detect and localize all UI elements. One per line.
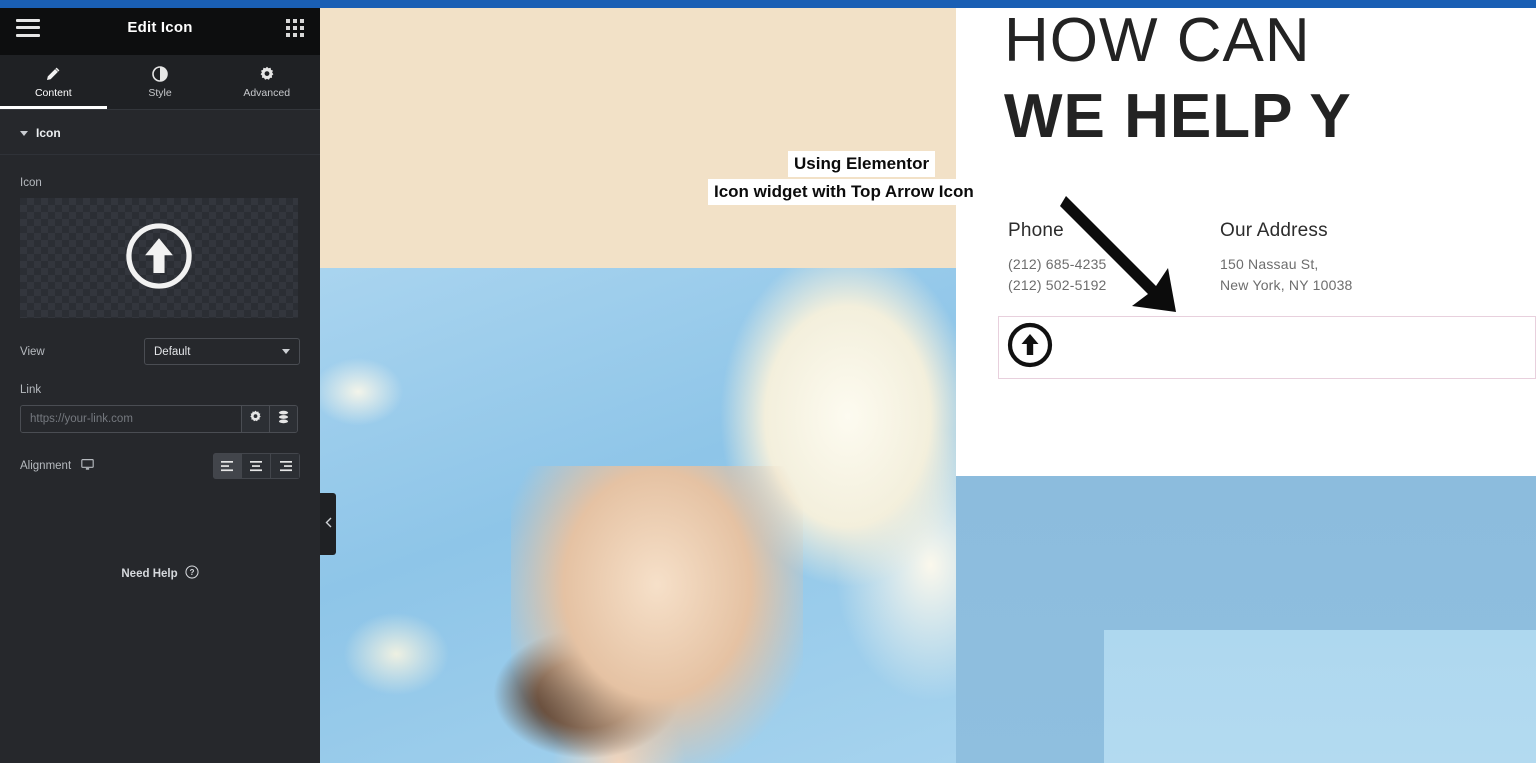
chevron-left-icon [325, 515, 332, 533]
panel-title: Edit Icon [127, 19, 193, 36]
link-control: Link [0, 384, 320, 433]
svg-text:?: ? [189, 568, 194, 577]
alignment-buttons[interactable] [213, 453, 300, 479]
need-help-label: Need Help [121, 567, 178, 580]
pencil-icon [45, 66, 61, 82]
view-label: View [20, 345, 45, 358]
view-control: View Default [0, 338, 320, 365]
contrast-icon [152, 65, 168, 82]
hero-heading-line2: WE HELP Y [1004, 82, 1352, 151]
gear-icon [259, 66, 275, 82]
desktop-icon[interactable] [81, 458, 94, 474]
circle-arrow-up-icon [122, 219, 196, 298]
need-help-link[interactable]: Need Help ? [0, 565, 320, 582]
hamburger-icon[interactable] [16, 18, 40, 37]
grid-icon[interactable] [286, 18, 304, 37]
icon-control-label: Icon [20, 177, 42, 189]
section-title: Icon [36, 126, 61, 140]
annotation-callout: Using Elementor Icon widget with Top Arr… [708, 151, 980, 205]
tab-content[interactable]: Content [0, 55, 107, 109]
question-circle-icon: ? [185, 565, 199, 582]
browser-title-bar [0, 0, 1536, 8]
icon-preview-box[interactable] [20, 198, 298, 318]
gear-icon [249, 410, 262, 428]
tab-style[interactable]: Style [107, 55, 214, 109]
annotation-line-1: Using Elementor [788, 151, 936, 177]
annotation-line-2: Icon widget with Top Arrow Icon [708, 179, 980, 205]
hero-heading-line1: HOW CAN [1004, 8, 1311, 75]
chevron-down-icon [282, 349, 290, 354]
address-line-1: 150 Nassau St, [1220, 256, 1319, 272]
link-input-group[interactable] [20, 405, 298, 433]
alignment-label-group: Alignment [20, 458, 144, 474]
tab-advanced-label: Advanced [243, 86, 291, 99]
beige-column [320, 8, 956, 763]
icon-control: Icon [0, 177, 320, 318]
alignment-control: Alignment [0, 453, 320, 479]
contact-column: HOW CAN WE HELP Y Phone (212) 685-4235 (… [956, 8, 1536, 763]
dynamic-tags-button[interactable] [269, 406, 297, 432]
panel-collapse-handle[interactable] [320, 493, 336, 555]
panel-header: Edit Icon [0, 0, 320, 55]
link-options-button[interactable] [241, 406, 269, 432]
view-select[interactable]: Default [144, 338, 300, 365]
link-label: Link [20, 384, 42, 396]
align-left-button[interactable] [213, 453, 242, 479]
address-heading: Our Address [1220, 220, 1328, 241]
panel-tabs[interactable]: Content Style Advanced [0, 55, 320, 110]
blue-inset-panel [1104, 630, 1536, 763]
address-line-2: New York, NY 10038 [1220, 277, 1353, 293]
section-header-icon[interactable]: Icon [0, 110, 320, 155]
link-input[interactable] [21, 406, 241, 432]
database-icon [277, 410, 290, 429]
view-select-value: Default [154, 345, 191, 358]
arrow-down-right-icon [1060, 196, 1176, 312]
address-info-block: Our Address 150 Nassau St, New York, NY … [1220, 220, 1353, 296]
align-right-button[interactable] [271, 453, 300, 479]
tab-advanced[interactable]: Advanced [213, 55, 320, 109]
elementor-editor-panel[interactable]: Edit Icon Content Style Advanced Icon Ic… [0, 0, 320, 763]
align-center-button[interactable] [242, 453, 271, 479]
chevron-down-icon [20, 130, 28, 136]
alignment-label: Alignment [20, 460, 72, 472]
editor-canvas[interactable]: HOW CAN WE HELP Y Phone (212) 685-4235 (… [320, 8, 1536, 763]
tab-content-label: Content [34, 86, 72, 99]
woman-photo [320, 268, 956, 763]
circle-arrow-up-icon [1006, 321, 1054, 374]
tab-style-label: Style [148, 86, 172, 99]
